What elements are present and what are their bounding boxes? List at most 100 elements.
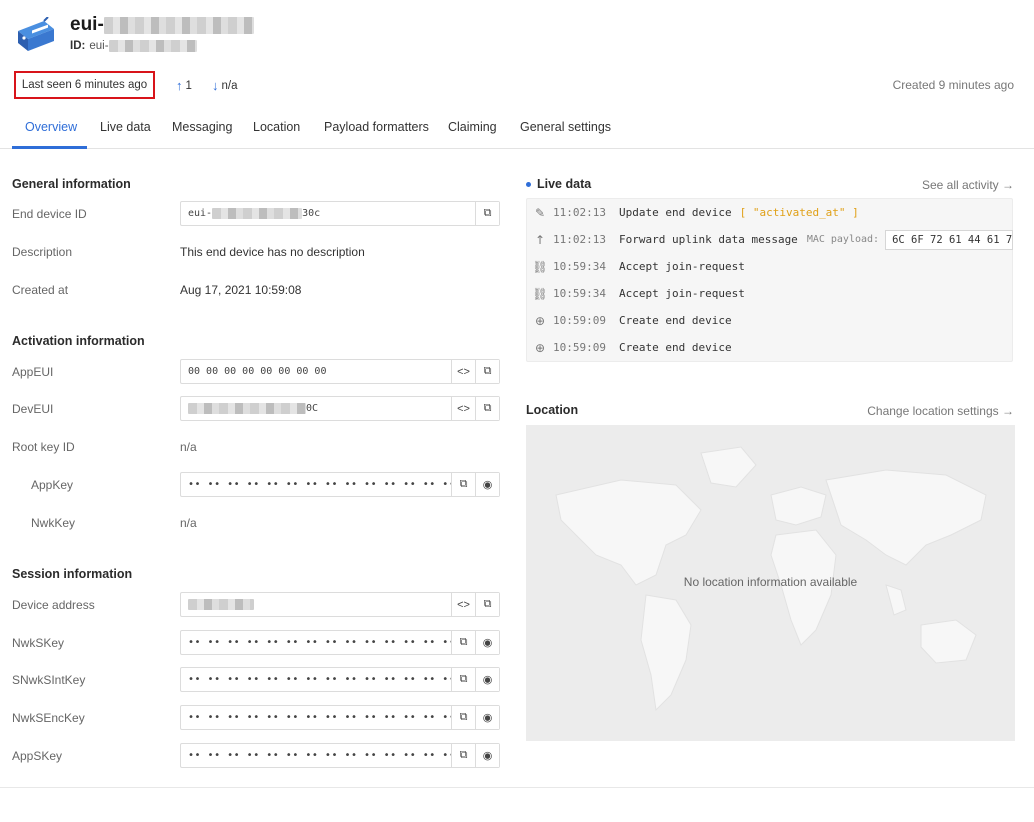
event-row[interactable]: ⊕ 10:59:09 Create end device bbox=[527, 334, 1014, 361]
tab-bar: Overview Live data Messaging Location Pa… bbox=[0, 110, 1034, 149]
nwkkey-value: n/a bbox=[180, 516, 197, 530]
show-value-button[interactable]: ◉ bbox=[475, 706, 499, 729]
code-icon: <> bbox=[457, 598, 470, 611]
created-timestamp: Created 9 minutes ago bbox=[892, 78, 1014, 92]
mac-payload-value: 6C 6F 72 61 44 61 74 6 bbox=[885, 229, 1014, 250]
event-row[interactable]: ↑ 11:02:13 Forward uplink data message M… bbox=[527, 226, 1014, 253]
toggle-format-button[interactable]: <> bbox=[451, 397, 475, 420]
section-title-general: General information bbox=[12, 177, 131, 191]
copy-icon: ⧉ bbox=[459, 673, 468, 685]
copy-icon: ⧉ bbox=[459, 749, 468, 761]
change-location-settings-link[interactable]: Change location settings → bbox=[867, 404, 1014, 418]
tab-messaging[interactable]: Messaging bbox=[172, 120, 232, 134]
show-value-button[interactable]: ◉ bbox=[475, 631, 499, 654]
toggle-format-button[interactable]: <> bbox=[451, 360, 475, 383]
live-indicator-dot bbox=[526, 182, 531, 188]
eye-icon: ◉ bbox=[482, 674, 493, 686]
link-icon: ⛓ bbox=[532, 259, 548, 274]
copy-icon: ⧉ bbox=[483, 402, 492, 414]
copy-button[interactable]: ⧉ bbox=[475, 593, 499, 616]
redacted-text bbox=[103, 16, 254, 34]
plus-circle-icon: ⊕ bbox=[534, 313, 546, 328]
location-map[interactable]: No location information available bbox=[526, 425, 1015, 741]
toggle-format-button[interactable]: <> bbox=[451, 593, 475, 616]
show-value-button[interactable]: ◉ bbox=[475, 668, 499, 691]
nwksenckey-field: •• •• •• •• •• •• •• •• •• •• •• •• •• •… bbox=[180, 705, 500, 730]
uplink-counter: ↑ 1 bbox=[176, 78, 192, 93]
root-key-id-label: Root key ID bbox=[12, 440, 75, 454]
appskey-field: •• •• •• •• •• •• •• •• •• •• •• •• •• •… bbox=[180, 743, 500, 768]
location-title: Location bbox=[526, 403, 579, 417]
description-label: Description bbox=[12, 245, 73, 259]
section-title-activation: Activation information bbox=[12, 334, 145, 348]
end-device-id-field: eui- 30c ⧉ bbox=[180, 201, 500, 226]
eye-icon: ◉ bbox=[482, 637, 493, 649]
tab-general-settings[interactable]: General settings bbox=[520, 120, 611, 134]
event-row[interactable]: ⊕ 10:59:09 Create end device bbox=[527, 307, 1014, 334]
snwksintkey-label: SNwkSIntKey bbox=[12, 673, 86, 687]
nwkkey-label: NwkKey bbox=[31, 516, 76, 530]
copy-button[interactable]: ⧉ bbox=[475, 397, 499, 420]
tab-payload-formatters[interactable]: Payload formatters bbox=[324, 120, 429, 134]
device-icon bbox=[14, 16, 58, 55]
description-value: This end device has no description bbox=[180, 245, 365, 259]
downlink-counter: ↓ n/a bbox=[212, 78, 238, 93]
last-seen-status: Last seen 6 minutes ago bbox=[14, 71, 155, 99]
plus-circle-icon: ⊕ bbox=[534, 340, 546, 355]
copy-icon: ⧉ bbox=[483, 207, 492, 219]
copy-button[interactable]: ⧉ bbox=[475, 360, 499, 383]
nwkskey-label: NwkSKey bbox=[12, 636, 65, 650]
section-title-session: Session information bbox=[12, 567, 133, 581]
show-value-button[interactable]: ◉ bbox=[475, 744, 499, 767]
pencil-icon: ✎ bbox=[534, 205, 546, 220]
copy-button[interactable]: ⧉ bbox=[475, 202, 499, 225]
redacted-text bbox=[108, 40, 197, 52]
copy-button[interactable]: ⧉ bbox=[451, 631, 475, 654]
arrow-down-icon: ↓ bbox=[212, 78, 219, 93]
event-row[interactable]: ⛓ 10:59:34 Accept join-request bbox=[527, 253, 1014, 280]
copy-button[interactable]: ⧉ bbox=[451, 744, 475, 767]
nwkskey-field: •• •• •• •• •• •• •• •• •• •• •• •• •• •… bbox=[180, 630, 500, 655]
event-list: ✎ 11:02:13 Update end device [ "activate… bbox=[526, 198, 1014, 362]
deveui-label: DevEUI bbox=[12, 402, 54, 416]
appskey-label: AppSKey bbox=[12, 749, 63, 763]
redacted-text bbox=[188, 599, 254, 610]
page-title: eui- bbox=[70, 14, 254, 36]
tab-overview[interactable]: Overview bbox=[25, 120, 77, 134]
copy-icon: ⧉ bbox=[459, 478, 468, 490]
appkey-field: •• •• •• •• •• •• •• •• •• •• •• •• •• •… bbox=[180, 472, 500, 497]
copy-icon: ⧉ bbox=[483, 598, 492, 610]
copy-button[interactable]: ⧉ bbox=[451, 706, 475, 729]
nwksenckey-label: NwkSEncKey bbox=[12, 711, 85, 725]
eye-icon: ◉ bbox=[482, 479, 493, 491]
created-at-label: Created at bbox=[12, 283, 69, 297]
event-row[interactable]: ⛓ 10:59:34 Accept join-request bbox=[527, 280, 1014, 307]
copy-icon: ⧉ bbox=[483, 365, 492, 377]
tab-claiming[interactable]: Claiming bbox=[448, 120, 497, 134]
arrow-up-icon: ↑ bbox=[534, 232, 546, 247]
event-row[interactable]: ✎ 11:02:13 Update end device [ "activate… bbox=[527, 199, 1014, 226]
copy-icon: ⧉ bbox=[459, 636, 468, 648]
copy-button[interactable]: ⧉ bbox=[451, 668, 475, 691]
deveui-field: 0C <> ⧉ bbox=[180, 396, 500, 421]
footer-divider bbox=[0, 787, 1034, 788]
see-all-activity-link[interactable]: See all activity → bbox=[922, 178, 1014, 192]
tab-location[interactable]: Location bbox=[253, 120, 300, 134]
redacted-text bbox=[188, 403, 306, 414]
show-value-button[interactable]: ◉ bbox=[475, 473, 499, 496]
appkey-label: AppKey bbox=[31, 478, 74, 492]
no-location-message: No location information available bbox=[683, 575, 858, 589]
tab-live-data[interactable]: Live data bbox=[100, 120, 151, 134]
copy-button[interactable]: ⧉ bbox=[451, 473, 475, 496]
device-address-label: Device address bbox=[12, 598, 95, 612]
eye-icon: ◉ bbox=[482, 750, 493, 762]
arrow-up-icon: ↑ bbox=[176, 78, 183, 93]
copy-icon: ⧉ bbox=[459, 711, 468, 723]
created-at-value: Aug 17, 2021 10:59:08 bbox=[180, 283, 302, 297]
root-key-id-value: n/a bbox=[180, 440, 197, 454]
code-icon: <> bbox=[457, 365, 470, 378]
appeui-label: AppEUI bbox=[12, 365, 54, 379]
device-address-field: <> ⧉ bbox=[180, 592, 500, 617]
link-icon: ⛓ bbox=[532, 286, 548, 301]
device-id-line: ID: eui- bbox=[70, 40, 197, 52]
